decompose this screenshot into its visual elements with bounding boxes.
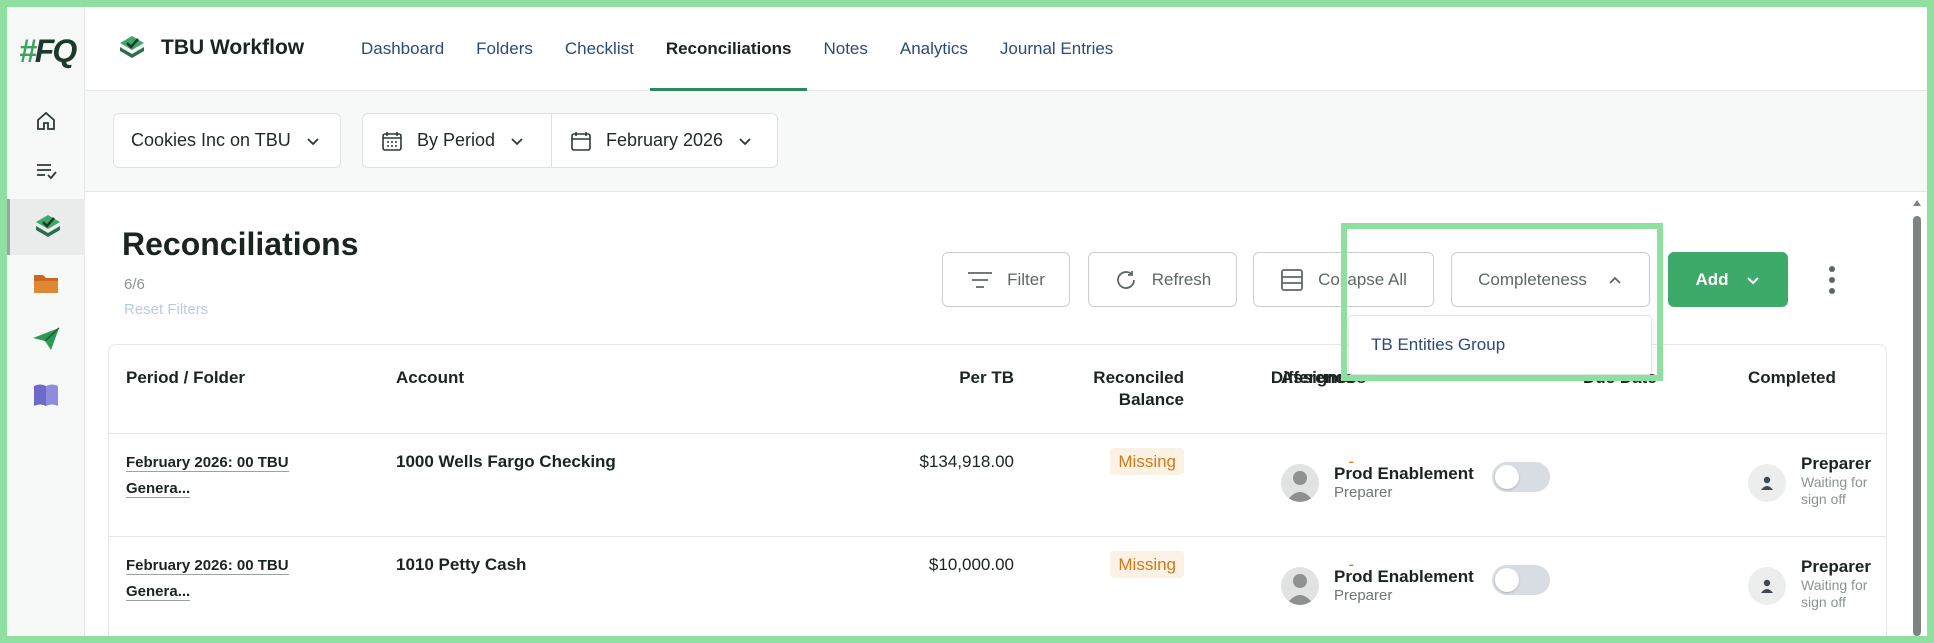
header-reconciled-line-1: Reconciled	[1093, 368, 1184, 387]
completed-title: Preparer	[1801, 557, 1871, 576]
period-folder-link[interactable]: February 2026: 00 TBU Genera...	[126, 450, 289, 502]
highlight-box	[1341, 223, 1663, 381]
vertical-scrollbar[interactable]	[1911, 196, 1923, 636]
period-selector[interactable]: February 2026	[551, 113, 778, 168]
home-icon[interactable]	[7, 93, 85, 149]
period-folder-link[interactable]: February 2026: 00 TBU Genera...	[126, 553, 289, 605]
difference-value: -	[1348, 555, 1354, 574]
collapse-icon	[1281, 268, 1303, 291]
header-reconciled-line-2: Balance	[1118, 390, 1184, 409]
workflow-icon[interactable]	[7, 199, 85, 255]
period-line-2: Genera...	[126, 480, 191, 498]
tab-reconciliations[interactable]: Reconciliations	[649, 7, 808, 91]
chevron-down-icon	[1746, 276, 1759, 284]
header-per-tb[interactable]: Per TB	[854, 367, 1014, 389]
folder-icon[interactable]	[7, 255, 85, 311]
per-tb-value: $134,918.00	[919, 452, 1014, 471]
mode-selector[interactable]: By Period	[362, 113, 552, 168]
tab-checklist[interactable]: Checklist	[549, 7, 650, 91]
refresh-icon	[1116, 270, 1135, 289]
calendar-icon	[571, 131, 591, 151]
reset-filters-link[interactable]: Reset Filters	[124, 301, 208, 318]
chevron-down-icon	[511, 137, 523, 145]
tab-dashboard[interactable]: Dashboard	[345, 7, 460, 91]
assignee-role: Preparer	[1334, 484, 1393, 501]
add-button-label: Add	[1695, 269, 1729, 289]
assignee-avatar[interactable]	[1281, 567, 1319, 605]
period-line-1: February 2026: 00 TBU	[126, 557, 289, 575]
send-icon[interactable]	[7, 311, 85, 367]
user-icon	[1761, 476, 1773, 490]
completed-status: Waiting for sign off	[1801, 474, 1868, 507]
completed-avatar[interactable]	[1748, 464, 1786, 502]
app-brand[interactable]: TBU Workflow	[117, 33, 304, 63]
completed-info: Preparer Waiting for sign off	[1801, 454, 1886, 508]
company-selector-label: Cookies Inc on TBU	[131, 130, 291, 150]
mode-selector-label: By Period	[417, 130, 496, 150]
header-period[interactable]: Period / Folder	[126, 367, 245, 389]
add-button[interactable]: Add	[1668, 252, 1788, 307]
workflow-logo-icon	[120, 36, 144, 58]
left-rail: #FQ	[7, 7, 85, 636]
header-completed[interactable]: Completed	[1748, 367, 1836, 389]
tab-journal-entries[interactable]: Journal Entries	[984, 7, 1129, 91]
reconciled-balance-cell: Missing	[1024, 448, 1184, 475]
period-line-1: February 2026: 00 TBU	[126, 454, 289, 472]
scroll-thumb[interactable]	[1913, 216, 1921, 636]
completed-title: Preparer	[1801, 454, 1871, 473]
app-logo[interactable]: #FQ	[19, 33, 77, 70]
reconciled-balance-cell: Missing	[1024, 551, 1184, 578]
refresh-button[interactable]: Refresh	[1088, 252, 1237, 307]
filter-icon	[968, 271, 993, 288]
record-count: 6/6	[124, 276, 145, 293]
person-icon	[1286, 574, 1314, 605]
reconciliations-table: Period / Folder Account Per TB Reconcile…	[108, 344, 1887, 643]
completed-info: Preparer Waiting for sign off	[1801, 557, 1886, 611]
assignee-avatar[interactable]	[1281, 464, 1319, 502]
account-name[interactable]: 1010 Petty Cash	[396, 555, 526, 575]
company-selector[interactable]: Cookies Inc on TBU	[113, 113, 341, 168]
book-icon[interactable]	[7, 367, 85, 423]
completed-status: Waiting for sign off	[1801, 577, 1868, 610]
top-nav: TBU Workflow Dashboard Folders Checklist…	[85, 7, 1927, 91]
page-title: Reconciliations	[122, 226, 359, 262]
assignee-info: Prod Enablement Preparer	[1334, 464, 1474, 501]
header-account[interactable]: Account	[396, 367, 464, 389]
chevron-down-icon	[739, 137, 751, 145]
period-selector-label: February 2026	[606, 130, 724, 150]
assignee-info: Prod Enablement Preparer	[1334, 567, 1474, 604]
selector-bar: Cookies Inc on TBU By Period February 20…	[85, 91, 1927, 192]
more-options-icon[interactable]	[1820, 262, 1844, 298]
task-list-icon[interactable]	[7, 143, 85, 199]
tab-notes[interactable]: Notes	[807, 7, 883, 91]
assignee-role: Preparer	[1334, 587, 1393, 604]
app-title: TBU Workflow	[161, 36, 305, 59]
completed-avatar[interactable]	[1748, 567, 1786, 605]
assignee-name: Prod Enablement	[1334, 567, 1474, 586]
difference-value: -	[1348, 452, 1354, 471]
missing-badge[interactable]: Missing	[1110, 448, 1184, 475]
tab-analytics[interactable]: Analytics	[884, 7, 984, 91]
calendar-grid-icon	[382, 131, 402, 151]
tab-folders[interactable]: Folders	[460, 7, 549, 91]
assignee-toggle[interactable]	[1492, 565, 1550, 595]
table-row[interactable]: February 2026: 00 TBU Genera... 1000 Wel…	[109, 433, 1886, 536]
filter-button-label: Filter	[1007, 269, 1045, 289]
account-name[interactable]: 1000 Wells Fargo Checking	[396, 452, 616, 472]
chevron-down-icon	[307, 137, 319, 145]
period-line-2: Genera...	[126, 583, 191, 601]
assignee-toggle[interactable]	[1492, 462, 1550, 492]
nav-tabs: Dashboard Folders Checklist Reconciliati…	[345, 7, 1129, 91]
user-icon	[1761, 579, 1773, 593]
missing-badge[interactable]: Missing	[1110, 551, 1184, 578]
assignee-name: Prod Enablement	[1334, 464, 1474, 483]
scroll-up-icon[interactable]	[1911, 197, 1923, 209]
refresh-button-label: Refresh	[1151, 269, 1212, 289]
person-icon	[1286, 471, 1314, 502]
filter-button[interactable]: Filter	[942, 252, 1070, 307]
per-tb-value: $10,000.00	[928, 555, 1014, 574]
header-reconciled-balance[interactable]: Reconciled Balance	[1024, 367, 1184, 411]
table-row[interactable]: February 2026: 00 TBU Genera... 1010 Pet…	[109, 536, 1886, 639]
